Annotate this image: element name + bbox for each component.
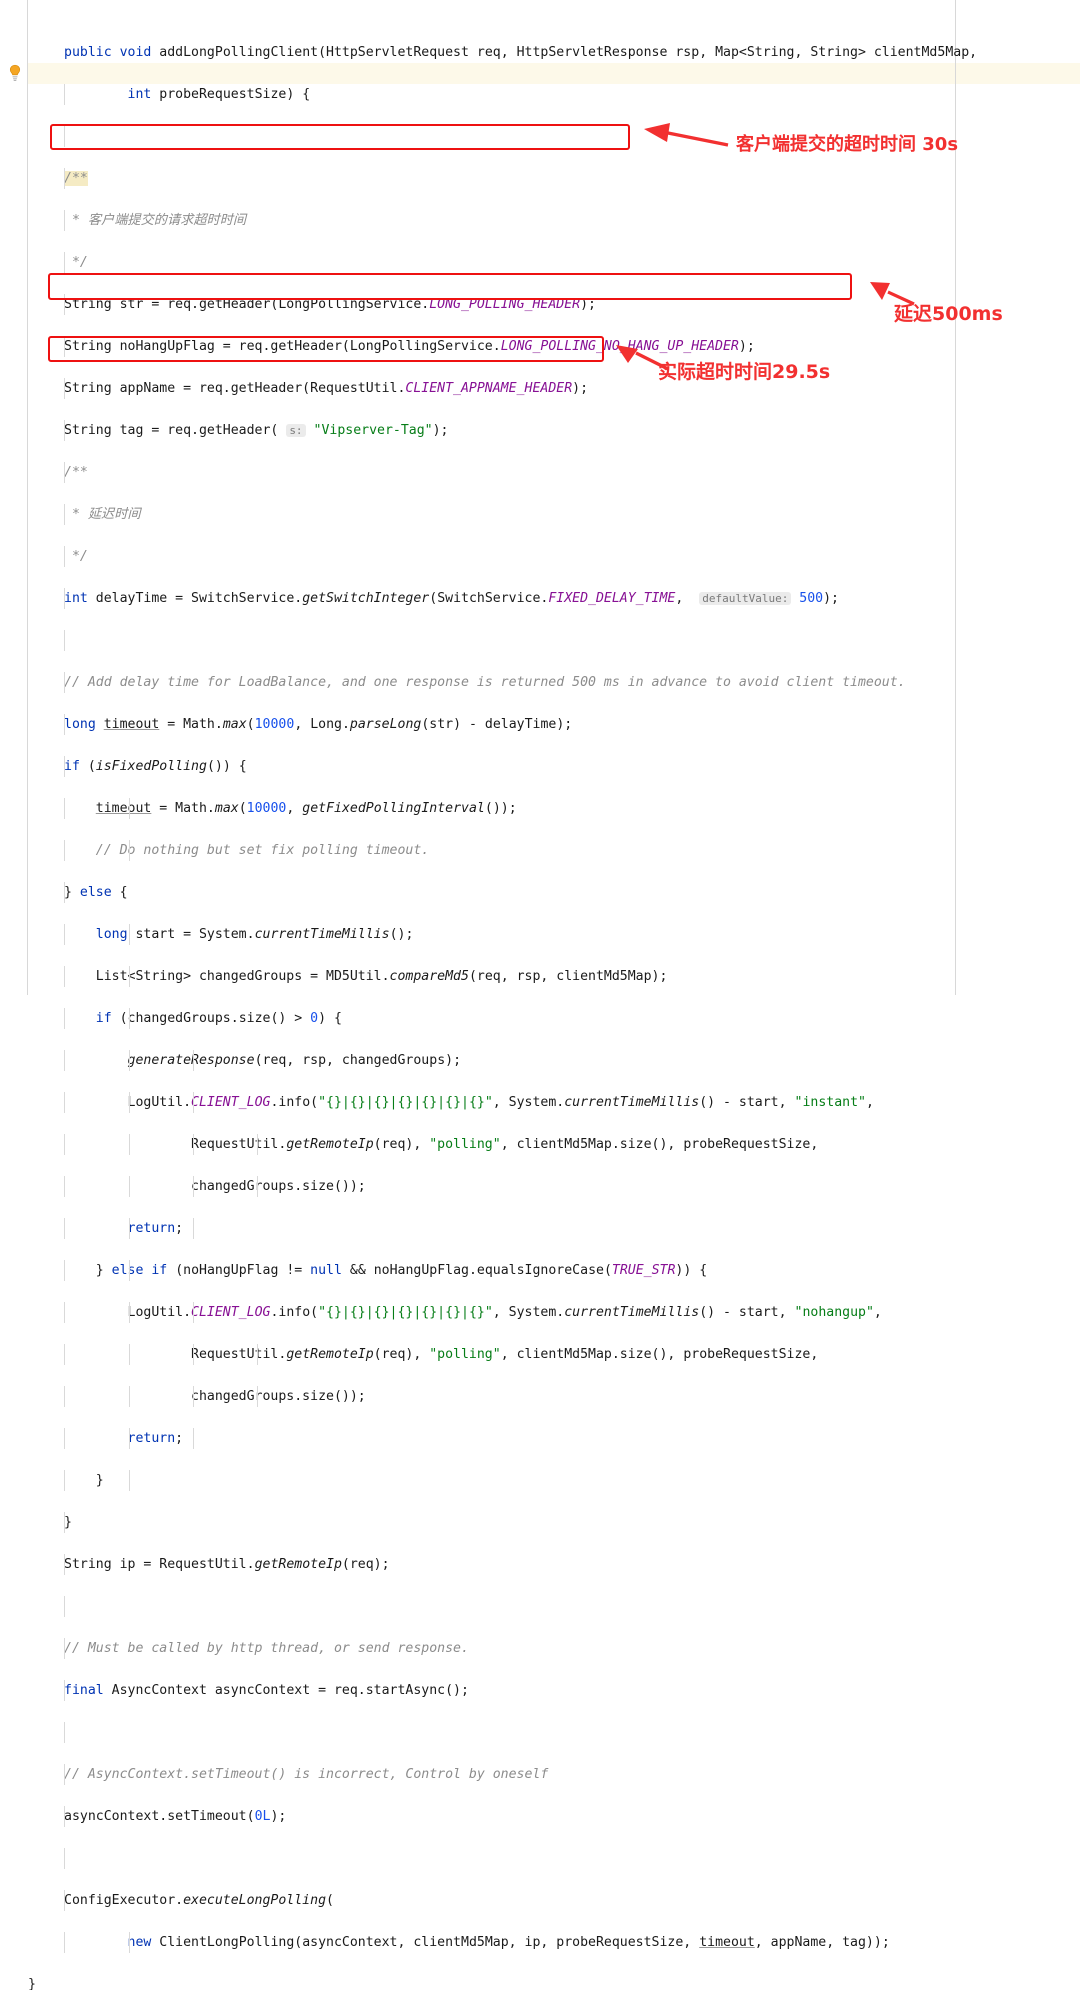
code-line: if (isFixedPolling()) { — [28, 756, 1080, 777]
annotation-label-fixed-delay: 延迟500ms — [894, 303, 1003, 325]
code-line: long start = System.currentTimeMillis(); — [28, 924, 1080, 945]
code-line: // Do nothing but set fix polling timeou… — [28, 840, 1080, 861]
code-line: */ — [28, 546, 1080, 567]
code-line: String noHangUpFlag = req.getHeader(Long… — [28, 336, 1080, 357]
code-line: } else { — [28, 882, 1080, 903]
code-line — [28, 1848, 1080, 1869]
code-line: */ — [28, 252, 1080, 273]
code-line: LogUtil.CLIENT_LOG.info("{}|{}|{}|{}|{}|… — [28, 1092, 1080, 1113]
code-line: LogUtil.CLIENT_LOG.info("{}|{}|{}|{}|{}|… — [28, 1302, 1080, 1323]
code-line: /** — [28, 168, 1080, 189]
code-line — [28, 1596, 1080, 1617]
code-line: asyncContext.setTimeout(0L); — [28, 1806, 1080, 1827]
code-line: changedGroups.size()); — [28, 1176, 1080, 1197]
annotation-arrow-client-timeout — [644, 123, 729, 147]
code-line: } else if (noHangUpFlag != null && noHan… — [28, 1260, 1080, 1281]
code-line: } — [28, 1977, 36, 1990]
code-line: new ClientLongPolling(asyncContext, clie… — [28, 1932, 1080, 1953]
code-line: * 客户端提交的请求超时时间 — [28, 210, 1080, 231]
code-line: int probeRequestSize) { — [28, 84, 1080, 105]
code-line: // Must be called by http thread, or sen… — [28, 1638, 1080, 1659]
code-line: } — [28, 1512, 1080, 1533]
code-line: String ip = RequestUtil.getRemoteIp(req)… — [28, 1554, 1080, 1575]
code-line — [28, 1722, 1080, 1743]
code-line: String appName = req.getHeader(RequestUt… — [28, 378, 1080, 399]
code-line: if (changedGroups.size() > 0) { — [28, 1008, 1080, 1029]
code-line: List<String> changedGroups = MD5Util.com… — [28, 966, 1080, 987]
code-line: int delayTime = SwitchService.getSwitchI… — [28, 588, 1080, 609]
code-line: return; — [28, 1218, 1080, 1239]
code-line: long timeout = Math.max(10000, Long.pars… — [28, 714, 1080, 735]
code-line: // AsyncContext.setTimeout() is incorrec… — [28, 1764, 1080, 1785]
lightbulb-icon[interactable] — [7, 64, 23, 82]
code-line: timeout = Math.max(10000, getFixedPollin… — [28, 798, 1080, 819]
code-line: return; — [28, 1428, 1080, 1449]
code-line: final AsyncContext asyncContext = req.st… — [28, 1680, 1080, 1701]
code-line: changedGroups.size()); — [28, 1386, 1080, 1407]
code-line: * 延迟时间 — [28, 504, 1080, 525]
code-editor[interactable]: public void addLongPollingClient(HttpSer… — [0, 0, 1080, 1990]
annotation-label-client-timeout: 客户端提交的超时时间 30s — [736, 134, 959, 155]
annotation-label-actual-timeout: 实际超时时间29.5s — [658, 361, 831, 383]
code-line: RequestUtil.getRemoteIp(req), "polling",… — [28, 1344, 1080, 1365]
code-line: String tag = req.getHeader( s: "Vipserve… — [28, 420, 1080, 441]
code-line: generateResponse(req, rsp, changedGroups… — [28, 1050, 1080, 1071]
code-line: } — [28, 1470, 1080, 1491]
code-line — [28, 630, 1080, 651]
code-line: // Add delay time for LoadBalance, and o… — [28, 672, 1080, 693]
code-line: /** — [28, 462, 1080, 483]
code-line: public void addLongPollingClient(HttpSer… — [64, 45, 978, 60]
code-line: ConfigExecutor.executeLongPolling( — [28, 1890, 1080, 1911]
code-line: RequestUtil.getRemoteIp(req), "polling",… — [28, 1134, 1080, 1155]
